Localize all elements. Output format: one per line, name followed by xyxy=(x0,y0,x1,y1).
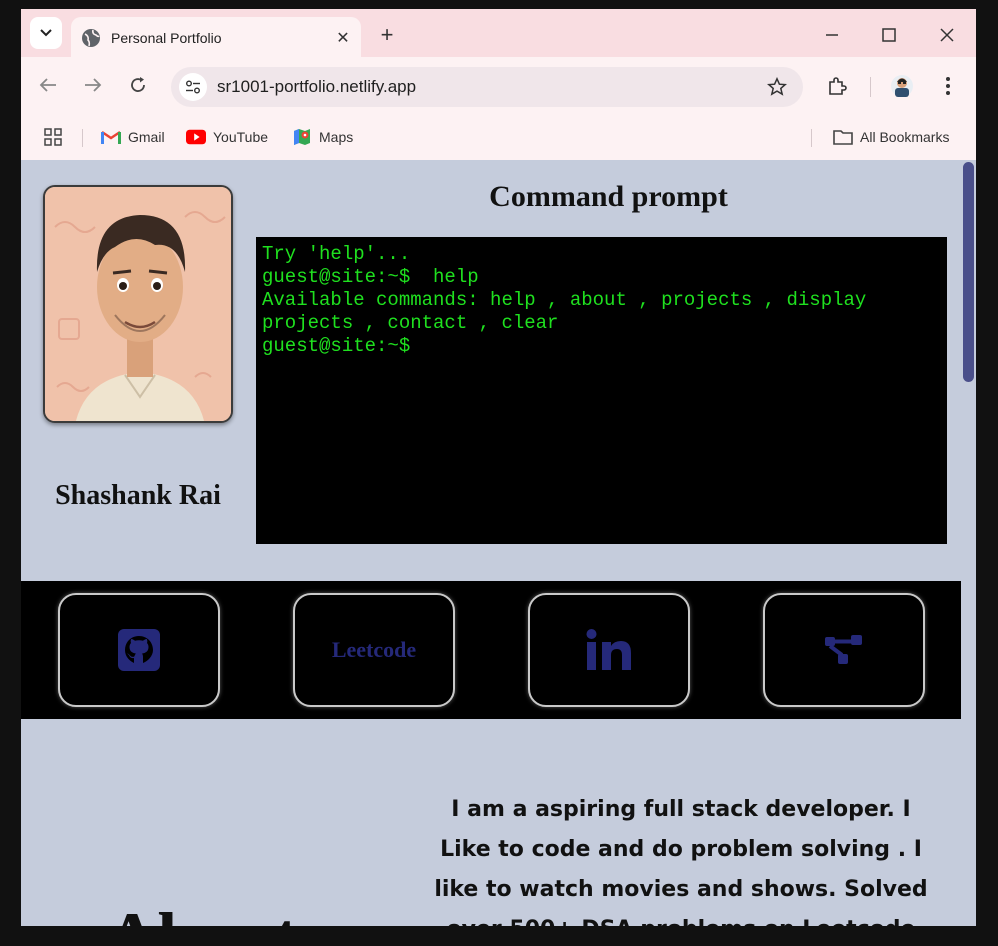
terminal-line: Try 'help'... xyxy=(262,243,411,265)
browser-toolbar: sr1001-portfolio.netlify.app xyxy=(21,57,976,115)
social-links-bar: Leetcode xyxy=(21,581,961,719)
linkedin-link-button[interactable] xyxy=(528,593,690,707)
close-window-button[interactable] xyxy=(933,21,961,49)
leetcode-link-button[interactable]: Leetcode xyxy=(293,593,455,707)
puzzle-icon xyxy=(829,77,847,95)
about-description: I am a aspiring full stack developer. I … xyxy=(434,797,928,926)
maximize-button[interactable] xyxy=(875,21,903,49)
bookmark-label: Gmail xyxy=(128,129,165,145)
tune-icon xyxy=(186,80,200,94)
about-heading: About xyxy=(106,898,298,926)
bookmarks-bar: Gmail YouTube Maps All Bookmarks xyxy=(21,115,976,160)
all-bookmarks-label: All Bookmarks xyxy=(860,129,950,145)
apps-button[interactable] xyxy=(43,125,63,149)
chevron-down-icon xyxy=(40,29,52,37)
tab-strip: Personal Portfolio ✕ + xyxy=(21,9,976,58)
address-bar[interactable]: sr1001-portfolio.netlify.app xyxy=(171,67,803,107)
profile-portrait xyxy=(43,185,233,423)
tab-personal-portfolio[interactable]: Personal Portfolio ✕ xyxy=(71,17,361,58)
browser-window: Personal Portfolio ✕ + sr1001-portfolio.… xyxy=(21,9,976,926)
extensions-button[interactable] xyxy=(822,71,852,101)
forward-button[interactable] xyxy=(79,71,107,99)
back-arrow-icon xyxy=(39,78,56,92)
gmail-icon xyxy=(101,127,121,147)
globe-icon xyxy=(82,28,100,47)
close-icon xyxy=(940,28,954,42)
bookmarks-divider xyxy=(811,129,812,147)
bookmarks-divider xyxy=(82,129,83,147)
bookmark-gmail[interactable]: Gmail xyxy=(101,125,165,149)
back-button[interactable] xyxy=(34,71,62,99)
minimize-icon xyxy=(826,34,838,36)
minimize-button[interactable] xyxy=(818,21,846,49)
page-scrollbar[interactable] xyxy=(961,160,976,926)
all-bookmarks-button[interactable]: All Bookmarks xyxy=(833,125,949,149)
page-viewport: Shashank Rai Command prompt Try 'help'..… xyxy=(21,160,976,926)
terminal-line: Available commands: help , about , proje… xyxy=(262,289,878,334)
url-text: sr1001-portfolio.netlify.app xyxy=(217,77,417,96)
network-icon xyxy=(825,635,862,664)
github-icon xyxy=(118,629,160,671)
new-tab-button[interactable]: + xyxy=(373,21,401,49)
profile-avatar-button[interactable] xyxy=(887,71,917,101)
maps-icon xyxy=(292,127,312,147)
star-icon xyxy=(767,77,787,96)
youtube-icon xyxy=(186,127,206,147)
bookmark-label: Maps xyxy=(319,129,354,145)
tab-title: Personal Portfolio xyxy=(111,29,222,46)
terminal-line: guest@site:~$ help xyxy=(262,266,479,288)
bookmark-youtube[interactable]: YouTube xyxy=(186,125,268,149)
reload-button[interactable] xyxy=(124,71,152,99)
network-link-button[interactable] xyxy=(763,593,925,707)
kebab-menu-icon xyxy=(946,77,950,95)
leetcode-label: Leetcode xyxy=(331,637,417,662)
avatar-icon xyxy=(891,75,913,97)
tab-close-icon[interactable]: ✕ xyxy=(331,26,355,50)
bookmark-maps[interactable]: Maps xyxy=(292,125,353,149)
maximize-icon xyxy=(882,28,896,42)
linkedin-icon xyxy=(586,629,631,670)
forward-arrow-icon xyxy=(85,78,102,92)
reload-icon xyxy=(131,77,145,92)
profile-name: Shashank Rai xyxy=(55,480,221,511)
browser-menu-button[interactable] xyxy=(933,71,963,101)
bookmark-star-button[interactable] xyxy=(763,73,791,101)
folder-icon xyxy=(833,127,853,147)
tab-search-button[interactable] xyxy=(30,17,62,49)
site-info-button[interactable] xyxy=(179,73,207,101)
toolbar-divider xyxy=(870,77,871,97)
github-link-button[interactable] xyxy=(58,593,220,707)
scrollbar-thumb[interactable] xyxy=(963,162,974,382)
terminal-title: Command prompt xyxy=(489,180,728,213)
apps-grid-icon xyxy=(44,128,62,146)
terminal-window[interactable]: Try 'help'... guest@site:~$ help Availab… xyxy=(256,237,947,544)
bookmark-label: YouTube xyxy=(213,129,269,145)
terminal-prompt[interactable]: guest@site:~$ xyxy=(262,335,941,358)
